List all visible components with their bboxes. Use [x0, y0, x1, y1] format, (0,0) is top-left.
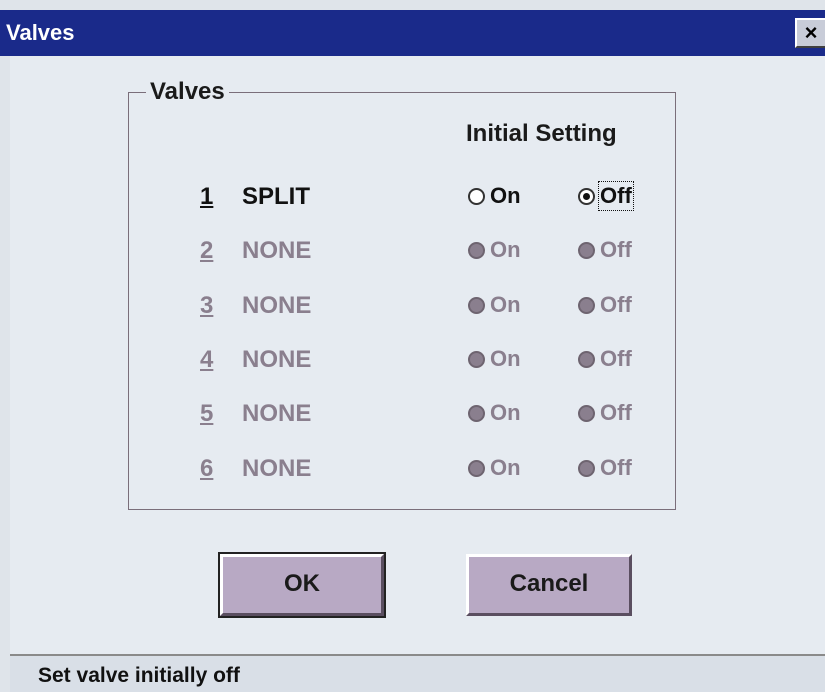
valve-5-on-radio[interactable]: [468, 405, 485, 422]
valve-4-on-radio[interactable]: [468, 351, 485, 368]
valve-5-on-label[interactable]: On: [490, 400, 521, 426]
valve-5-off-radio[interactable]: [578, 405, 595, 422]
cancel-button[interactable]: Cancel: [466, 554, 632, 616]
valve-2-on-radio[interactable]: [468, 242, 485, 259]
valve-3-off-radio[interactable]: [578, 297, 595, 314]
valve-5-off-label[interactable]: Off: [600, 400, 632, 426]
title-bar[interactable]: Valves ×: [0, 10, 825, 56]
valve-4-off-radio[interactable]: [578, 351, 595, 368]
initial-setting-header: Initial Setting: [466, 120, 617, 147]
groupbox-legend: Valves: [146, 78, 229, 106]
valve-1-off-label[interactable]: Off: [598, 181, 634, 211]
valve-name: NONE: [242, 237, 312, 264]
valve-2-off-radio[interactable]: [578, 242, 595, 259]
valve-name: NONE: [242, 400, 312, 427]
valve-number: 4: [200, 346, 214, 373]
valve-number: 2: [200, 237, 214, 264]
valve-2-on-label[interactable]: On: [490, 237, 521, 263]
valve-3-off-label[interactable]: Off: [600, 292, 632, 318]
valve-name: NONE: [242, 346, 312, 373]
valve-1-off-radio[interactable]: [578, 188, 595, 205]
valve-number: 1: [200, 183, 214, 210]
valve-6-off-label[interactable]: Off: [600, 455, 632, 481]
valve-2-off-label[interactable]: Off: [600, 237, 632, 263]
valve-name: NONE: [242, 292, 312, 319]
valve-1-on-radio[interactable]: [468, 188, 485, 205]
valve-6-off-radio[interactable]: [578, 460, 595, 477]
valve-name: SPLIT: [242, 183, 311, 210]
close-button[interactable]: ×: [795, 18, 825, 48]
valves-dialog: Valves × Valves Initial Setting 1 SPLIT …: [0, 0, 825, 692]
status-bar: Set valve initially off: [10, 654, 825, 692]
ok-button[interactable]: OK: [218, 552, 386, 618]
valve-name: NONE: [242, 455, 312, 482]
valve-1-on-label[interactable]: On: [490, 183, 521, 209]
valve-number: 3: [200, 292, 214, 319]
valve-6-on-label[interactable]: On: [490, 455, 521, 481]
valve-4-off-label[interactable]: Off: [600, 346, 632, 372]
valve-number: 5: [200, 400, 214, 427]
window-title: Valves: [6, 20, 75, 45]
status-text: Set valve initially off: [38, 664, 240, 687]
valve-6-on-radio[interactable]: [468, 460, 485, 477]
valve-4-on-label[interactable]: On: [490, 346, 521, 372]
valve-number: 6: [200, 455, 214, 482]
valve-3-on-radio[interactable]: [468, 297, 485, 314]
valve-3-on-label[interactable]: On: [490, 292, 521, 318]
